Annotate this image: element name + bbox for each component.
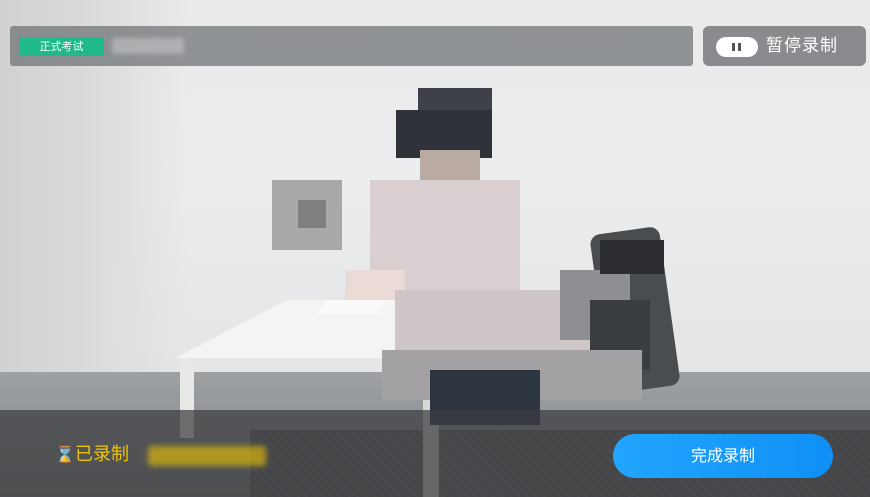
pause-icon[interactable] (716, 37, 758, 57)
finish-recording-button[interactable]: 完成录制 (613, 434, 833, 478)
hourglass-icon: ⌛ (55, 445, 75, 464)
paper-sheet (317, 300, 387, 314)
recorded-duration-label: 已录制 (75, 444, 129, 465)
exam-type-badge: 正式考试 (19, 37, 104, 56)
camera-preview: 正式考试 暂停录制 ⌛ 已录制 完成录制 (0, 0, 870, 497)
pause-recording-label: 暂停录制 (766, 36, 838, 56)
recorded-duration-blurred (148, 446, 266, 466)
exam-name-blurred (112, 38, 184, 54)
